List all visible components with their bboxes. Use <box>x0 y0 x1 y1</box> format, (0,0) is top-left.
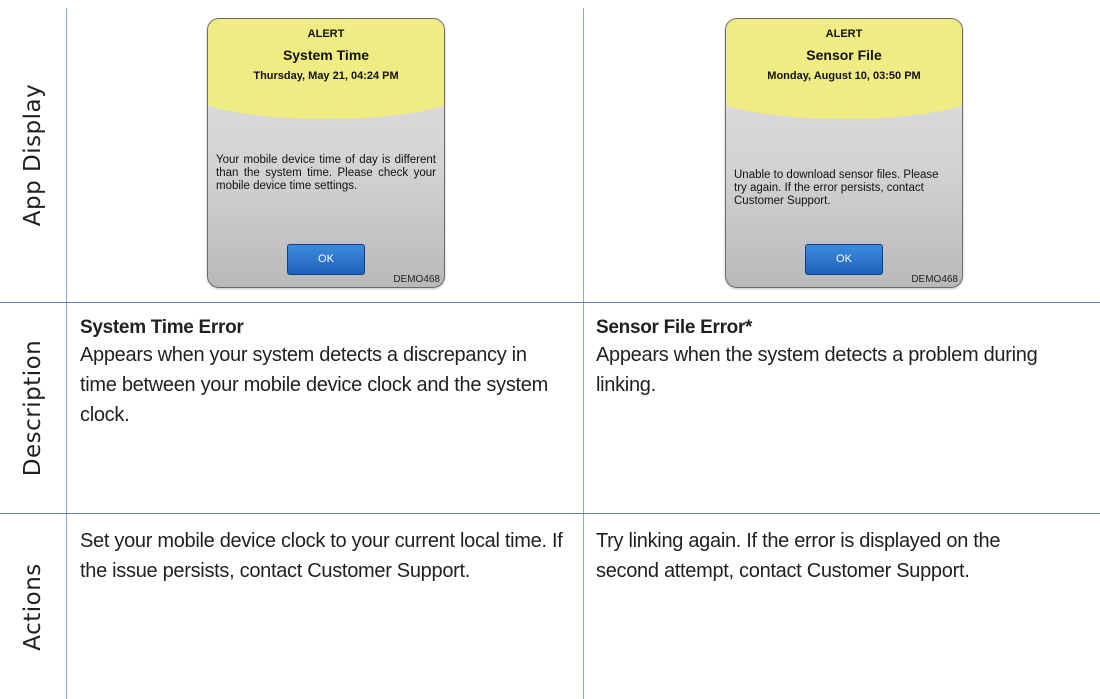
row-label-description: Description <box>0 303 66 513</box>
row-label-description-text: Description <box>20 339 46 477</box>
row-label-actions-text: Actions <box>20 562 46 651</box>
column-divider-middle <box>583 8 584 699</box>
demo-tag: DEMO468 <box>911 274 958 285</box>
ok-button[interactable]: OK <box>805 244 883 275</box>
row-label-app-display-text: App Display <box>20 83 46 227</box>
description-cell-sensor-file: Sensor File Error* Appears when the syst… <box>596 316 1086 400</box>
description-title: Sensor File Error* <box>596 317 753 338</box>
sensor-file-alert-screen: ALERT Sensor File Monday, August 10, 03:… <box>725 18 963 288</box>
description-text: Appears when your system detects a discr… <box>80 344 548 426</box>
row-label-app-display: App Display <box>0 8 66 302</box>
description-cell-system-time: System Time Error Appears when your syst… <box>80 316 550 430</box>
alert-subject: System Time <box>282 47 370 63</box>
row-label-actions: Actions <box>0 514 66 699</box>
column-divider-left <box>66 8 67 699</box>
demo-tag: DEMO468 <box>393 274 440 285</box>
alert-message: Unable to download sensor files. Please … <box>734 169 939 207</box>
actions-text: Try linking again. If the error is displ… <box>596 530 1001 582</box>
alert-label: ALERT <box>825 28 863 40</box>
alert-date: Thursday, May 21, 04:24 PM <box>253 70 399 82</box>
row-divider-1 <box>0 302 1100 303</box>
description-text: Appears when the system detects a proble… <box>596 344 1038 396</box>
alert-date: Monday, August 10, 03:50 PM <box>767 70 921 82</box>
actions-cell-system-time: Set your mobile device clock to your cur… <box>80 526 570 586</box>
description-title: System Time Error <box>80 317 244 338</box>
alert-subject: Sensor File <box>806 47 882 63</box>
row-divider-2 <box>0 513 1100 514</box>
actions-cell-sensor-file: Try linking again. If the error is displ… <box>596 526 1066 586</box>
ok-button[interactable]: OK <box>287 244 365 275</box>
alert-label: ALERT <box>307 28 345 40</box>
actions-text: Set your mobile device clock to your cur… <box>80 530 563 582</box>
alert-message: Your mobile device time of day is differ… <box>216 154 436 192</box>
system-time-alert-screen: ALERT System Time Thursday, May 21, 04:2… <box>207 18 445 288</box>
